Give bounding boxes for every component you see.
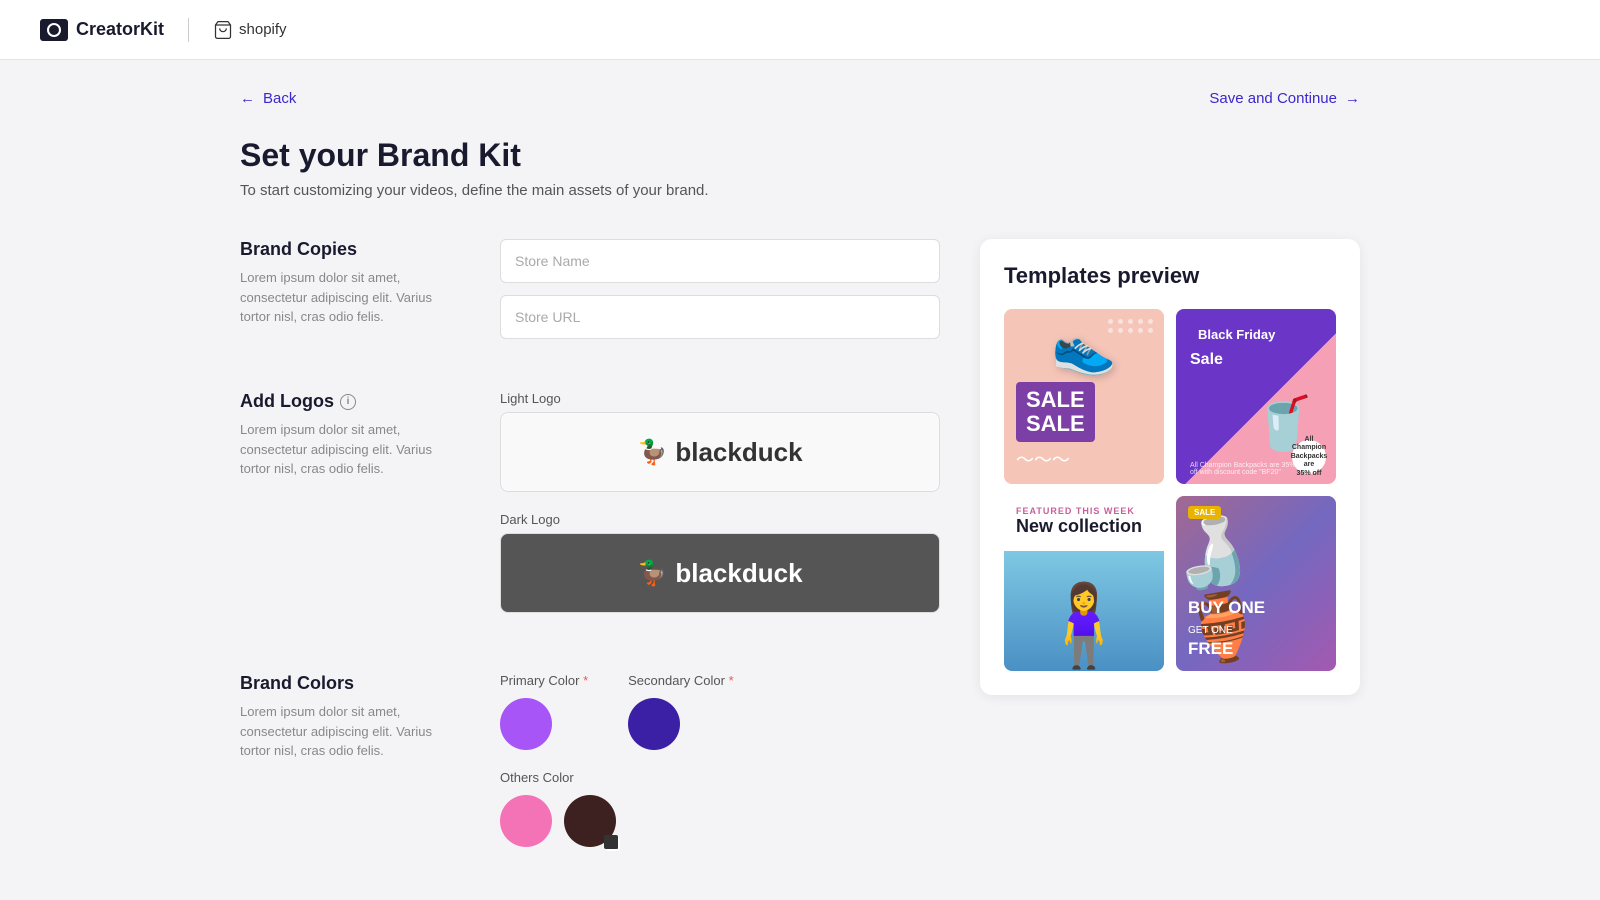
tpl2-subtext: All Champion Backpacks are 35%off with d… bbox=[1190, 462, 1295, 476]
left-col: Brand Copies Lorem ipsum dolor sit amet,… bbox=[240, 239, 940, 887]
dark-logo-upload[interactable]: 🦆 blackduck bbox=[500, 533, 940, 613]
template-card-3[interactable]: FEATURED THIS WEEK New collection 🧍‍♀️ bbox=[1004, 496, 1164, 671]
template-card-2[interactable]: Black Friday Sale 🥤 All ChampionBackpack… bbox=[1176, 309, 1336, 484]
dark-logo-preview: 🦆 blackduck bbox=[637, 558, 802, 589]
primary-color-swatch[interactable] bbox=[500, 698, 552, 750]
secondary-colors-row bbox=[628, 698, 734, 750]
right-col: Templates preview bbox=[980, 239, 1360, 887]
brand-colors-label-area: Brand Colors Lorem ipsum dolor sit amet,… bbox=[240, 673, 460, 847]
creatorkit-logo-icon bbox=[40, 19, 68, 41]
brand-copies-desc: Lorem ipsum dolor sit amet, consectetur … bbox=[240, 268, 460, 327]
nav-row: Back Save and Continue bbox=[240, 90, 1360, 107]
add-logos-label-area: Add Logos i Lorem ipsum dolor sit amet, … bbox=[240, 391, 460, 633]
light-logo-upload[interactable]: 🦆 blackduck bbox=[500, 412, 940, 492]
two-col-layout: Brand Copies Lorem ipsum dolor sit amet,… bbox=[240, 239, 1360, 887]
main-content: Back Save and Continue Set your Brand Ki… bbox=[0, 60, 1600, 887]
dark-logo-text: blackduck bbox=[675, 558, 802, 589]
tpl2-discount-badge: All ChampionBackpacks are35% off bbox=[1292, 440, 1326, 474]
save-continue-label: Save and Continue bbox=[1209, 90, 1337, 107]
secondary-color-group: Secondary Color bbox=[628, 673, 734, 750]
add-logos-fields: Light Logo 🦆 blackduck Dark Logo 🦆 black… bbox=[500, 391, 940, 633]
brand-colors-desc: Lorem ipsum dolor sit amet, consectetur … bbox=[240, 702, 460, 761]
tpl4-get-one-text: GET ONE bbox=[1188, 625, 1233, 636]
tpl4-free-text: FREE bbox=[1188, 639, 1233, 658]
shopify-logo-text: shopify bbox=[239, 21, 287, 38]
brand-colors-fields: Primary Color Secondary Color bbox=[500, 673, 940, 847]
header: CreatorKit shopify bbox=[0, 0, 1600, 60]
tpl3-featured-text: FEATURED THIS WEEK bbox=[1016, 506, 1152, 516]
tpl1-wave: 〜〜〜 bbox=[1016, 446, 1152, 472]
others-color-label: Others Color bbox=[500, 770, 940, 785]
store-name-input[interactable] bbox=[500, 239, 940, 283]
templates-grid: 👟 SALESALE 〜〜〜 Black Friday Sale 🥤 All C… bbox=[1004, 309, 1336, 671]
brand-colors-section: Brand Colors Lorem ipsum dolor sit amet,… bbox=[240, 673, 940, 847]
primary-color-group: Primary Color bbox=[500, 673, 588, 750]
others-colors-row bbox=[500, 795, 940, 847]
duck-icon-dark: 🦆 bbox=[637, 559, 667, 588]
header-divider bbox=[188, 18, 189, 42]
templates-preview-panel: Templates preview bbox=[980, 239, 1360, 695]
creatorkit-logo-text: CreatorKit bbox=[76, 19, 164, 40]
brand-colors-title: Brand Colors bbox=[240, 673, 460, 694]
tpl3-header: FEATURED THIS WEEK New collection bbox=[1004, 496, 1164, 537]
dark-logo-label: Dark Logo bbox=[500, 512, 940, 527]
template-card-1[interactable]: 👟 SALESALE 〜〜〜 bbox=[1004, 309, 1164, 484]
others-color-group: Others Color bbox=[500, 770, 940, 847]
shopify-logo: shopify bbox=[213, 20, 287, 40]
light-logo-label: Light Logo bbox=[500, 391, 940, 406]
tpl4-sale-badge: SALE bbox=[1188, 506, 1221, 519]
back-label: Back bbox=[263, 90, 296, 107]
tpl3-new-collection-text: New collection bbox=[1016, 516, 1152, 537]
light-logo-preview: 🦆 blackduck bbox=[637, 437, 802, 468]
template-card-4[interactable]: 🍶🏺 SALE BUY ONE GET ONE FREE bbox=[1176, 496, 1336, 671]
brand-copies-fields bbox=[500, 239, 940, 351]
back-button[interactable]: Back bbox=[240, 90, 296, 107]
store-url-input[interactable] bbox=[500, 295, 940, 339]
back-arrow-icon bbox=[240, 90, 255, 107]
brand-copies-section: Brand Copies Lorem ipsum dolor sit amet,… bbox=[240, 239, 940, 351]
logo-area: CreatorKit shopify bbox=[40, 18, 287, 42]
creatorkit-logo: CreatorKit bbox=[40, 19, 164, 41]
secondary-color-label: Secondary Color bbox=[628, 673, 734, 688]
save-continue-arrow-icon bbox=[1345, 90, 1360, 107]
other-color-swatch-1[interactable] bbox=[500, 795, 552, 847]
tpl4-bogo-text: BUY ONE GET ONE FREE bbox=[1188, 598, 1265, 659]
tpl1-sale-badge: SALESALE 〜〜〜 bbox=[1016, 382, 1152, 472]
brand-copies-title: Brand Copies bbox=[240, 239, 460, 260]
other-color-swatch-2[interactable] bbox=[564, 795, 616, 847]
tpl1-sale-text: SALESALE bbox=[1016, 382, 1095, 442]
tpl2-black-friday-tag: Black Friday bbox=[1190, 323, 1283, 346]
shopify-bag-icon bbox=[213, 20, 233, 40]
add-logos-desc: Lorem ipsum dolor sit amet, consectetur … bbox=[240, 420, 460, 479]
save-continue-button[interactable]: Save and Continue bbox=[1209, 90, 1360, 107]
secondary-color-swatch[interactable] bbox=[628, 698, 680, 750]
tpl3-image: 🧍‍♀️ bbox=[1004, 551, 1164, 671]
templates-preview-title: Templates preview bbox=[1004, 263, 1336, 289]
page-title: Set your Brand Kit bbox=[240, 137, 1360, 174]
add-logos-title: Add Logos i bbox=[240, 391, 460, 412]
add-logos-info-icon[interactable]: i bbox=[340, 394, 356, 410]
page-subtitle: To start customizing your videos, define… bbox=[240, 182, 1360, 199]
primary-colors-row bbox=[500, 698, 588, 750]
primary-color-label: Primary Color bbox=[500, 673, 588, 688]
tpl2-title-text: Sale bbox=[1190, 350, 1322, 369]
duck-icon-light: 🦆 bbox=[637, 438, 667, 467]
tpl3-person-icon: 🧍‍♀️ bbox=[1034, 579, 1134, 671]
tpl1-shoe-icon: 👟 bbox=[1052, 317, 1117, 378]
add-logos-section: Add Logos i Lorem ipsum dolor sit amet, … bbox=[240, 391, 940, 633]
primary-secondary-row: Primary Color Secondary Color bbox=[500, 673, 940, 750]
brand-copies-label-area: Brand Copies Lorem ipsum dolor sit amet,… bbox=[240, 239, 460, 351]
light-logo-text: blackduck bbox=[675, 437, 802, 468]
swatch-active-indicator bbox=[606, 837, 620, 851]
